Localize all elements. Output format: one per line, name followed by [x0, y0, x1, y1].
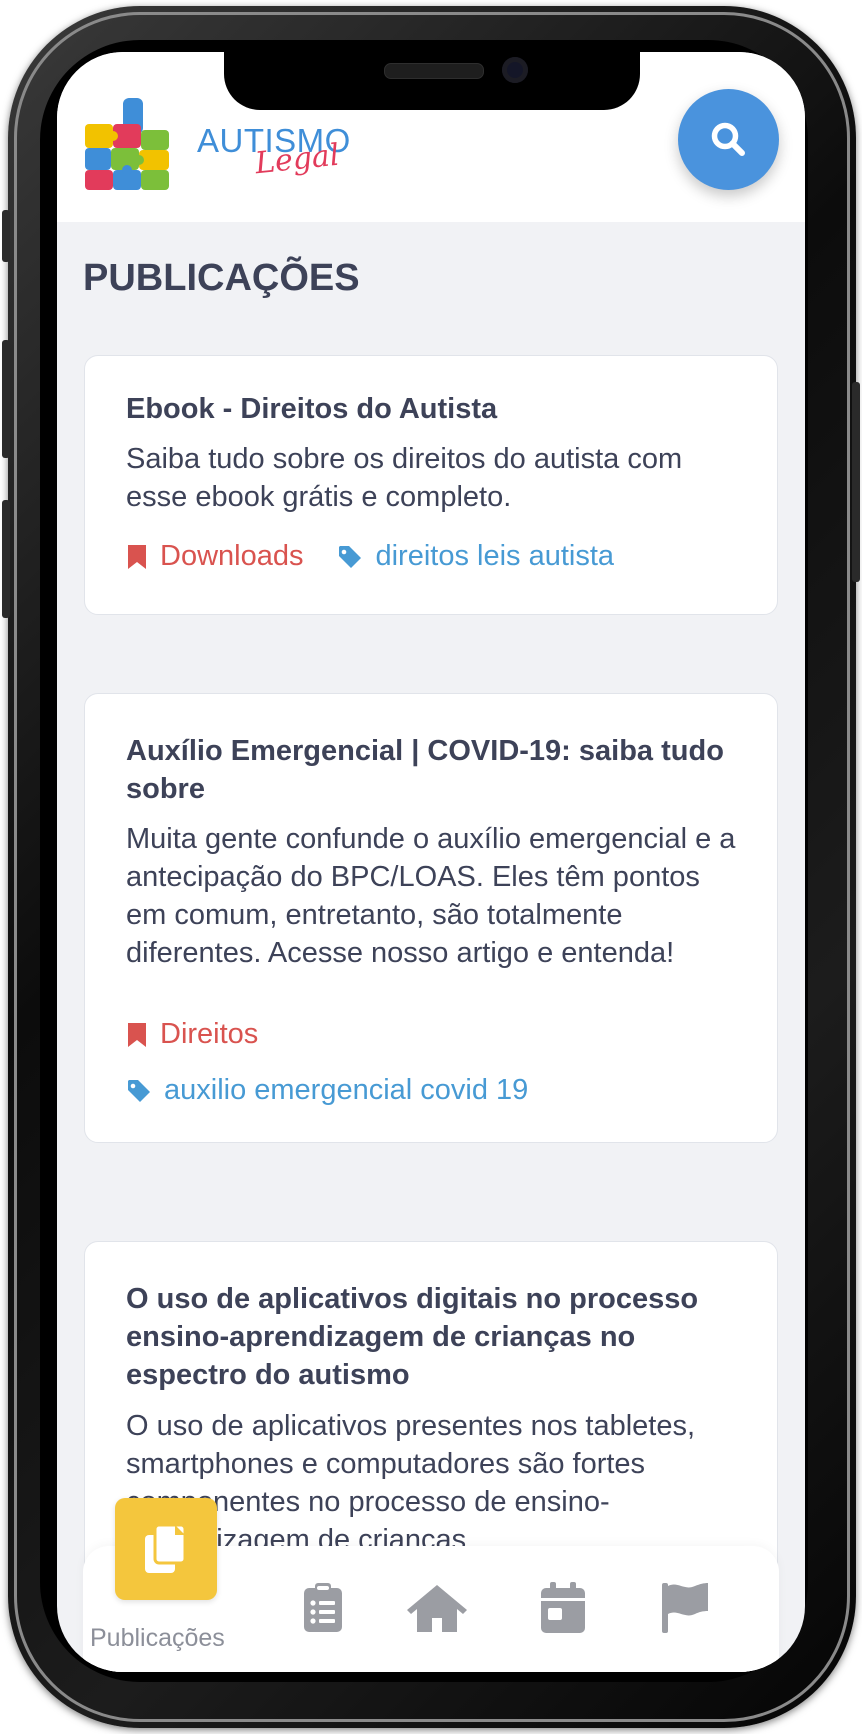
nav-item-publicacoes[interactable]: [115, 1498, 217, 1600]
search-icon: [711, 122, 745, 156]
post-title[interactable]: Auxílio Emergencial | COVID-19: saiba tu…: [126, 732, 741, 808]
front-camera: [502, 57, 528, 83]
volume-down-button: [2, 500, 10, 618]
bookmark-icon: [128, 544, 146, 569]
page-title: PUBLICAÇÕES: [83, 257, 360, 299]
bookmark-icon: [128, 1022, 146, 1047]
post-category-link[interactable]: Downloads: [160, 540, 303, 573]
nav-label-publicacoes: Publicações: [90, 1624, 225, 1652]
post-excerpt: Muita gente confunde o auxílio emergenci…: [126, 823, 736, 969]
phone-notch: [224, 52, 640, 110]
puzzle-thumb-logo-icon: [85, 98, 169, 190]
copy-icon: [145, 1523, 187, 1573]
post-card[interactable]: Ebook - Direitos do Autista Saiba tudo s…: [84, 355, 778, 615]
post-title[interactable]: Ebook - Direitos do Autista: [126, 390, 741, 428]
search-button[interactable]: [678, 89, 779, 190]
post-card[interactable]: Auxílio Emergencial | COVID-19: saiba tu…: [84, 693, 778, 1143]
post-category: Direitos: [126, 1018, 258, 1051]
nav-item-flag[interactable]: [655, 1578, 715, 1638]
app-screen: AUTISMO Legal PUBLICAÇÕES Ebook - Direit…: [57, 52, 805, 1672]
post-category-link[interactable]: Direitos: [160, 1018, 258, 1051]
clipboard-list-icon: [304, 1583, 342, 1632]
post-tags-link[interactable]: direitos leis autista: [375, 540, 614, 573]
nav-item-home[interactable]: [402, 1580, 472, 1636]
mute-switch: [2, 210, 10, 262]
tag-icon: [339, 545, 362, 568]
nav-item-calendar[interactable]: [535, 1580, 591, 1636]
post-title[interactable]: O uso de aplicativos digitais no process…: [126, 1280, 741, 1394]
post-tags: auxilio emergencial covid 19: [126, 1074, 528, 1107]
tag-icon: [128, 1079, 150, 1102]
post-meta: Downloads direitos leis autista: [126, 540, 614, 573]
post-excerpt: O uso de aplicativos presentes nos table…: [126, 1410, 696, 1556]
home-icon: [407, 1585, 467, 1632]
calendar-icon: [541, 1582, 585, 1633]
power-button: [852, 382, 860, 582]
nav-item-tasks[interactable]: [295, 1580, 351, 1636]
volume-up-button: [2, 340, 10, 458]
speaker-grille: [384, 63, 484, 79]
brand-subtitle: Legal: [253, 137, 341, 182]
post-tags-link[interactable]: auxilio emergencial covid 19: [164, 1074, 528, 1107]
post-excerpt: Saiba tudo sobre os direitos do autista …: [126, 443, 683, 513]
flag-icon: [662, 1583, 708, 1633]
